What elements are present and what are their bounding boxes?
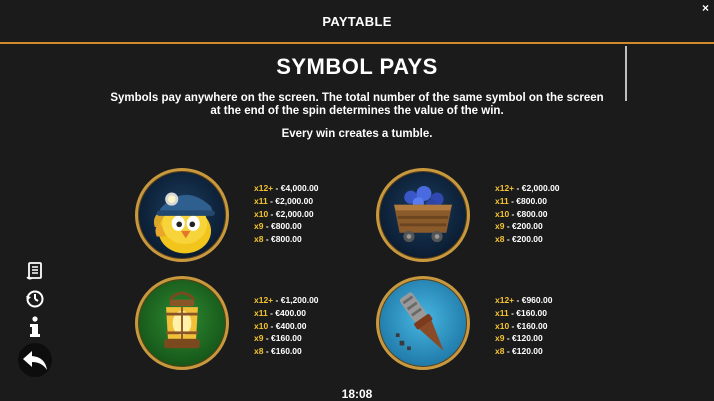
pay-count: x9 — [495, 333, 505, 344]
pay-value: €960.00 — [521, 295, 553, 305]
pay-value: €400.00 — [275, 320, 307, 331]
pay-count: x11 — [495, 307, 509, 318]
pay-value: €160.00 — [271, 346, 302, 357]
pay-count: x12+ — [495, 295, 515, 305]
pay-value: €200.00 — [512, 234, 543, 245]
pay-row: x11 - €2,000.00 — [254, 195, 314, 206]
pay-value: €120.00 — [512, 333, 543, 344]
pay-value: €2,000.00 — [275, 208, 314, 219]
pay-value: €800.00 — [271, 234, 302, 245]
pay-count: x11 — [495, 195, 509, 206]
pay-count: x9 — [254, 333, 264, 344]
pay-count: x8 — [254, 346, 264, 357]
pay-row: x10 - €800.00 — [495, 208, 548, 219]
pay-row: x12+ - €960.00 — [495, 295, 553, 305]
pay-value: €160.00 — [516, 307, 548, 318]
close-button[interactable]: × — [702, 2, 709, 14]
pay-count: x9 — [254, 221, 264, 232]
pay-value: €160.00 — [516, 320, 548, 331]
pay-value: €200.00 — [512, 221, 543, 232]
pay-row: x9 - €800.00 — [254, 221, 302, 232]
history-icon[interactable] — [24, 288, 46, 310]
pay-count: x10 — [254, 208, 269, 219]
pay-value: €400.00 — [275, 307, 307, 318]
pay-count: x10 — [254, 320, 269, 331]
pay-row: x9 - €200.00 — [495, 221, 543, 232]
pay-value: €2,000.00 — [521, 183, 560, 193]
pay-row: x8 - €800.00 — [254, 234, 302, 245]
pay-value: €120.00 — [512, 346, 543, 357]
clock: 18:08 — [341, 387, 373, 401]
pay-row: x11 - €400.00 — [254, 307, 307, 318]
pay-value: €4,000.00 — [280, 183, 319, 193]
pay-row: x12+ - €2,000.00 — [495, 183, 560, 193]
miner-chick-paytable: x12+ - €4,000.00 x11 - €2,000.00 x10 - €… — [254, 182, 319, 246]
miner-chick-symbol — [135, 168, 229, 262]
back-arrow-icon[interactable] — [18, 343, 52, 377]
lantern-symbol — [135, 276, 229, 370]
pay-value: €800.00 — [516, 195, 548, 206]
pay-value: €2,000.00 — [275, 195, 314, 206]
lantern-paytable: x12+ - €1,200.00 x11 - €400.00 x10 - €40… — [254, 294, 319, 358]
pay-row: x11 - €160.00 — [495, 307, 548, 318]
pay-count: x12+ — [254, 183, 274, 193]
drill-paytable: x12+ - €960.00 x11 - €160.00 x10 - €160.… — [495, 294, 552, 358]
info-icon[interactable] — [24, 315, 46, 339]
section-title: SYMBOL PAYS — [276, 54, 438, 79]
pay-row: x8 - €160.00 — [254, 346, 302, 357]
header-title: PAYTABLE — [322, 14, 392, 29]
pay-count: x8 — [254, 234, 264, 245]
pay-row: x9 - €120.00 — [495, 333, 543, 344]
pay-value: €800.00 — [516, 208, 548, 219]
pay-row: x8 - €200.00 — [495, 234, 543, 245]
paytable-header: PAYTABLE × — [0, 0, 714, 44]
pay-count: x8 — [495, 234, 505, 245]
pay-value: €800.00 — [271, 221, 302, 232]
pay-count: x10 — [495, 320, 510, 331]
pay-row: x11 - €800.00 — [495, 195, 548, 206]
pay-row: x10 - €160.00 — [495, 320, 548, 331]
tumble-note: Every win creates a tumble. — [281, 128, 433, 140]
pay-row: x8 - €120.00 — [495, 346, 543, 357]
pay-row: x10 - €2,000.00 — [254, 208, 314, 219]
drill-symbol — [376, 276, 470, 370]
pay-count: x12+ — [254, 295, 274, 305]
mine-cart-symbol — [376, 168, 470, 262]
pay-value: €160.00 — [271, 333, 302, 344]
pay-count: x12+ — [495, 183, 515, 193]
pay-count: x11 — [254, 195, 268, 206]
pay-count: x10 — [495, 208, 510, 219]
pay-value: €1,200.00 — [280, 295, 319, 305]
rules-scroll-icon[interactable] — [24, 260, 46, 282]
mine-cart-paytable: x12+ - €2,000.00 x11 - €800.00 x10 - €80… — [495, 182, 560, 246]
pay-row: x10 - €400.00 — [254, 320, 307, 331]
section-description: Symbols pay anywhere on the screen. The … — [110, 92, 604, 117]
pay-row: x12+ - €4,000.00 — [254, 183, 319, 193]
pay-count: x9 — [495, 221, 505, 232]
pay-count: x8 — [495, 346, 505, 357]
pay-count: x11 — [254, 307, 268, 318]
pay-row: x9 - €160.00 — [254, 333, 302, 344]
pay-row: x12+ - €1,200.00 — [254, 295, 319, 305]
